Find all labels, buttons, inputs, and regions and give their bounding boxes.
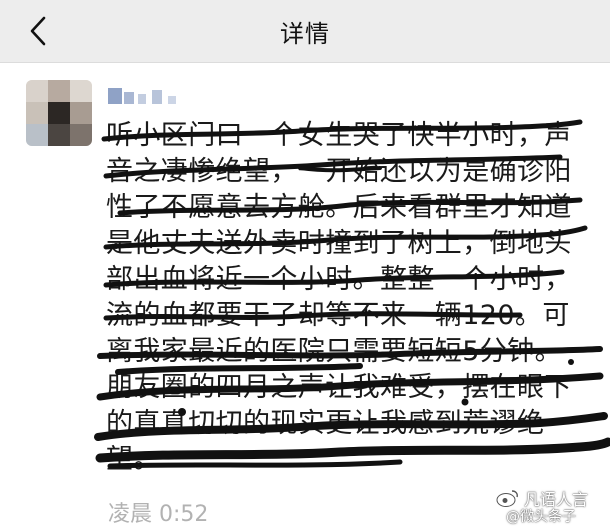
watermark-subtitle: @微头条子 <box>506 509 576 525</box>
nickname-redacted[interactable] <box>108 82 218 108</box>
post-text-line: 是他丈夫送外卖时撞到了树上，倒地头 <box>106 228 572 259</box>
post-text-line: 朋友圈的四月之声让我难受，摆在眼下 <box>106 372 572 403</box>
page-title: 详情 <box>280 20 330 48</box>
post-text-line: 音之凄惨绝望，一开始还以为是确诊阳 <box>106 156 572 187</box>
post-text-line: 的真真切切的现实更让我感到荒谬绝 <box>106 408 545 439</box>
post-timestamp: 凌晨 0:52 <box>108 502 209 527</box>
nav-bar: 详情 <box>0 0 610 63</box>
watermark: 凡语人言 @微头条子 <box>476 486 596 526</box>
moments-detail-page: 详情 听小区门口一个女生哭了快半小时，声 音之凄惨绝望，一开始还以为是确诊阳 性… <box>0 0 610 531</box>
post-text-line: 离我家最近的医院只需要短短5分钟。 <box>106 336 562 367</box>
post-text-line: 部出血将近一个小时。整整一个小时， <box>106 264 572 295</box>
post-text-line: 望。 <box>106 444 161 475</box>
post-text-line: 听小区门口一个女生哭了快半小时，声 <box>106 120 572 151</box>
post-text-line: 性了不愿意去方舱。后来看群里才知道 <box>106 192 572 223</box>
post-text: 听小区门口一个女生哭了快半小时，声 音之凄惨绝望，一开始还以为是确诊阳 性了不愿… <box>106 118 572 478</box>
avatar[interactable] <box>26 80 92 146</box>
weibo-logo-icon <box>496 490 518 507</box>
post-text-line: 流的血都要干了却等不来一辆120。可 <box>106 300 570 331</box>
